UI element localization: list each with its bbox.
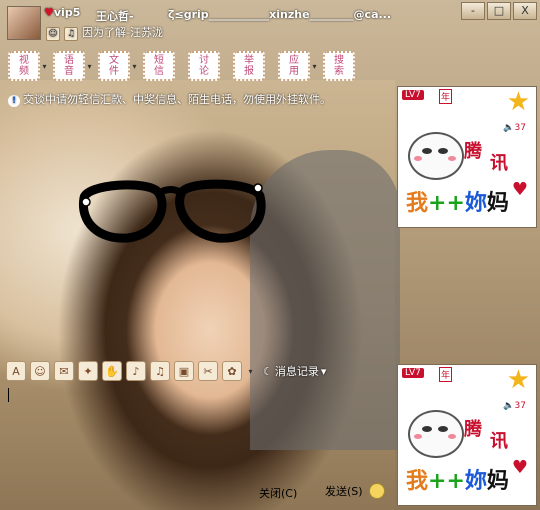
level-badge: LV7 xyxy=(402,368,424,378)
chevron-down-icon[interactable]: ▾ xyxy=(130,62,139,71)
shake-icon[interactable]: ✋ xyxy=(102,361,122,381)
heart-icon: ♥ xyxy=(44,6,54,19)
search-button[interactable]: 搜 索 xyxy=(323,51,355,81)
toolbar-report[interactable]: 举 报 xyxy=(233,51,274,81)
warning-icon: ! xyxy=(8,95,20,107)
chat-window: ♥vip5 王心哲- ζ≤grip___________xinzhe______… xyxy=(0,0,540,510)
level-badge: LV7 xyxy=(402,90,424,100)
contact-show-bottom[interactable]: LV7 年 ★ 🔈37 腾 讯 我++妳妈 ♥ xyxy=(397,364,537,506)
toolbar-file[interactable]: 文 件 ▾ xyxy=(98,51,139,81)
more-icon[interactable]: ✿ xyxy=(222,361,242,381)
apps-button[interactable]: 应 用 xyxy=(278,51,310,81)
moon-icon: ☾ xyxy=(263,364,273,378)
cat-avatar-icon xyxy=(408,410,464,458)
heart-icon: ♥ xyxy=(511,179,528,200)
title-bar: ♥vip5 王心哲- ζ≤grip___________xinzhe______… xyxy=(0,0,540,42)
toolbar-voice[interactable]: 语 音 ▾ xyxy=(53,51,94,81)
vip-badge[interactable]: ♥vip5 xyxy=(44,6,80,19)
message-record-button[interactable]: ☾ 消息记录 ▾ xyxy=(263,363,326,379)
chevron-down-icon[interactable]: ▾ xyxy=(310,62,319,71)
slogan: 我++妳妈 xyxy=(406,468,509,494)
discussion-button[interactable]: 讨 论 xyxy=(188,51,220,81)
file-button[interactable]: 文 件 xyxy=(98,51,130,81)
avatar[interactable] xyxy=(7,6,41,40)
message-input[interactable] xyxy=(6,385,391,475)
year-badge: 年 xyxy=(439,89,453,104)
star-icon: ★ xyxy=(506,365,530,395)
star-icon: ★ xyxy=(506,87,530,117)
contact-show-top[interactable]: LV7 年 ★ 🔈37 腾 讯 我++妳妈 ♥ xyxy=(397,86,537,228)
heart-icon: ♥ xyxy=(511,457,528,478)
toolbar-video[interactable]: 视 频 ▾ xyxy=(8,51,49,81)
music-icon: ♫ xyxy=(64,27,78,41)
voice-message-icon[interactable]: ♪ xyxy=(126,361,146,381)
toolbar-sms[interactable]: 短 信 xyxy=(143,51,184,81)
tencent-char-1: 腾 xyxy=(464,419,482,440)
maximize-button[interactable]: □ xyxy=(487,2,511,20)
send-button[interactable]: 发送(S) xyxy=(325,483,385,499)
emoticon-icon[interactable]: ☺ xyxy=(30,361,50,381)
glasses-decoration xyxy=(78,179,266,243)
voice-button[interactable]: 语 音 xyxy=(53,51,85,81)
video-button[interactable]: 视 频 xyxy=(8,51,40,81)
speaker-icon: 🔈37 xyxy=(503,401,526,411)
tencent-char-2: 讯 xyxy=(490,431,508,452)
chevron-down-icon[interactable]: ▾ xyxy=(85,62,94,71)
speaker-icon: 🔈37 xyxy=(503,123,526,133)
close-window-button[interactable]: X xyxy=(513,2,537,20)
status-icon: ☺ xyxy=(46,27,60,41)
sms-button[interactable]: 短 信 xyxy=(143,51,175,81)
contact-name: 王心哲- xyxy=(96,10,134,23)
main-toolbar: 视 频 ▾ 语 音 ▾ 文 件 ▾ 短 信 讨 论 举 报 应 用 ▾ 搜 索 xyxy=(8,51,355,81)
chevron-down-icon[interactable]: ▾ xyxy=(40,62,49,71)
toolbar-apps[interactable]: 应 用 ▾ xyxy=(278,51,319,81)
chevron-down-icon: ▾ xyxy=(320,364,327,378)
window-controls: - □ X xyxy=(461,2,537,20)
report-button[interactable]: 举 报 xyxy=(233,51,265,81)
cat-avatar-icon xyxy=(408,132,464,180)
year-badge: 年 xyxy=(439,367,453,382)
security-notice: ! 交谈中请勿轻信汇款、中奖信息、陌生电话，勿使用外挂软件。 xyxy=(8,91,331,107)
chevron-down-icon[interactable]: ▾ xyxy=(246,367,255,376)
toolbar-search[interactable]: 搜 索 xyxy=(323,51,355,81)
slogan: 我++妳妈 xyxy=(406,190,509,216)
close-button[interactable]: 关闭(C) xyxy=(259,485,297,501)
screenshot-icon[interactable]: ✂ xyxy=(198,361,218,381)
bulb-icon[interactable]: ✦ xyxy=(78,361,98,381)
flower-icon[interactable] xyxy=(368,483,385,499)
music-note-icon[interactable]: ♫ xyxy=(150,361,170,381)
font-icon[interactable]: A xyxy=(6,361,26,381)
contact-account: ζ≤grip___________xinzhe________@ca... xyxy=(168,8,392,21)
contact-signature: ☺ ♫ 因为了解-汪苏泷 xyxy=(46,24,163,41)
input-toolbar: A ☺ ✉ ✦ ✋ ♪ ♫ ▣ ✂ ✿ ▾ ☾ 消息记录 ▾ xyxy=(6,361,326,381)
minimize-button[interactable]: - xyxy=(461,2,485,20)
tencent-char-2: 讯 xyxy=(490,153,508,174)
tencent-char-1: 腾 xyxy=(464,141,482,162)
text-caret xyxy=(8,388,9,402)
image-icon[interactable]: ▣ xyxy=(174,361,194,381)
gift-icon[interactable]: ✉ xyxy=(54,361,74,381)
toolbar-discussion[interactable]: 讨 论 xyxy=(188,51,229,81)
